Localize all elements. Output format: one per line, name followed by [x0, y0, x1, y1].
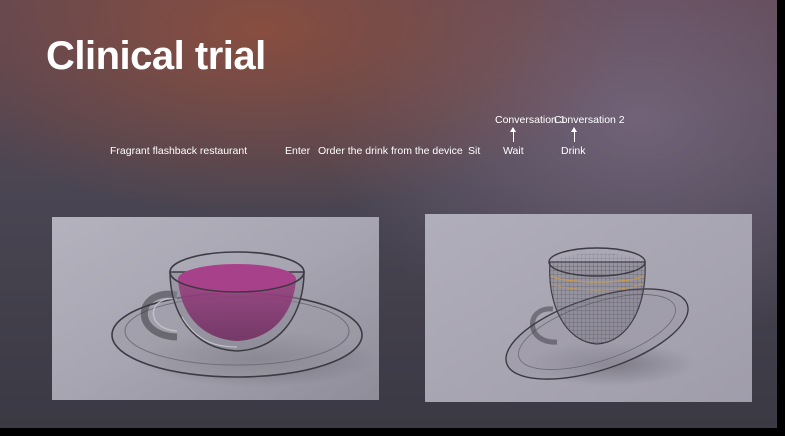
flow-conversation-2: Conversation 2 [554, 114, 625, 126]
flow-wait: Wait [503, 145, 524, 157]
flow-sit: Sit [468, 145, 481, 157]
flow-order: Order the drink from the device [318, 145, 463, 157]
arrow-up-icon [571, 127, 577, 142]
flow-restaurant: Fragrant flashback restaurant [110, 145, 248, 157]
cup-render-right [425, 214, 752, 402]
slide-title: Clinical trial [46, 34, 266, 78]
slide: Clinical trial Conversation 1 Conversati… [0, 0, 777, 428]
arrow-up-icon [510, 127, 516, 142]
cup-render-left [52, 217, 379, 400]
flow-enter: Enter [285, 145, 311, 157]
flow-drink: Drink [561, 145, 586, 157]
